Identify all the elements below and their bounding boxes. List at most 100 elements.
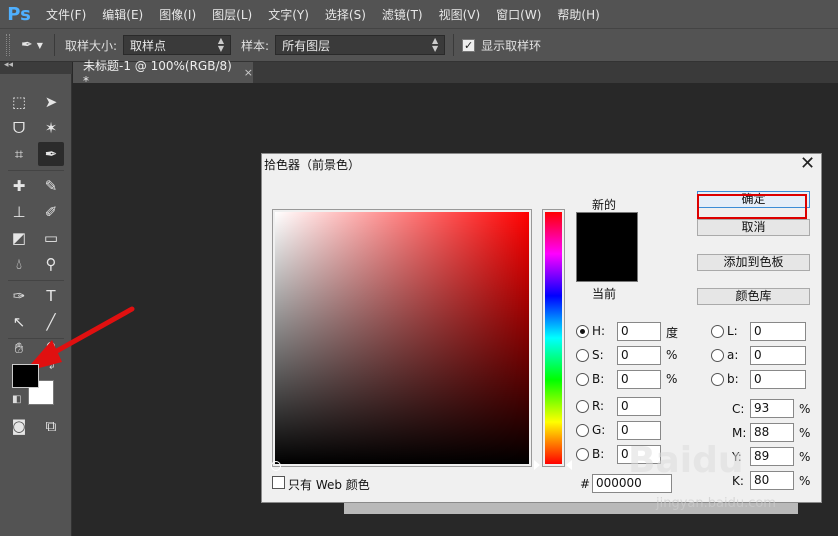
updown-icon: ▲ ▼ <box>217 36 225 53</box>
gradient-icon[interactable]: ▭ <box>38 226 64 250</box>
updown-icon: ▲ ▼ <box>431 36 439 53</box>
hue-radio[interactable] <box>576 325 589 338</box>
lab-b-field[interactable]: 0 <box>750 370 806 389</box>
saturation-radio[interactable] <box>576 349 589 362</box>
saturation-brightness-field[interactable] <box>275 212 529 464</box>
collapse-icon[interactable]: ◂◂ <box>4 60 13 70</box>
lab-l-field[interactable]: 0 <box>750 322 806 341</box>
sample-dropdown[interactable]: 所有图层 ▲ ▼ <box>275 35 446 55</box>
dialog-title: 拾色器（前景色） <box>264 158 361 172</box>
black-field[interactable]: 80 <box>750 471 794 490</box>
magenta-unit: % <box>799 426 811 440</box>
path-select-icon[interactable]: ↖ <box>6 310 32 334</box>
dodge-icon[interactable]: ⚲ <box>38 252 64 276</box>
swap-colors-icon[interactable]: ↲ <box>48 362 56 372</box>
current-color-label: 当前 <box>592 287 617 301</box>
stamp-icon[interactable]: ⊥ <box>6 200 32 224</box>
blur-icon[interactable]: 💧︎ <box>6 252 32 276</box>
green-radio[interactable] <box>576 424 589 437</box>
current-color-swatch[interactable] <box>576 248 638 282</box>
zoom-icon[interactable]: ⚲ <box>38 336 64 360</box>
menu-select[interactable]: 选择(S) <box>317 6 374 23</box>
hue-pointer-left[interactable] <box>534 460 540 470</box>
lab-l-radio[interactable] <box>711 325 724 338</box>
brightness-radio[interactable] <box>576 373 589 386</box>
crop-icon[interactable]: ⌗ <box>6 142 32 166</box>
hue-field[interactable]: 0 <box>617 322 661 341</box>
green-label: G: <box>592 423 606 437</box>
menu-bar: Ps 文件(F) 编辑(E) 图像(I) 图层(L) 文字(Y) 选择(S) 滤… <box>0 0 838 28</box>
lab-b-radio[interactable] <box>711 373 724 386</box>
sample-label: 样本: <box>241 38 270 53</box>
brightness-field[interactable]: 0 <box>617 370 661 389</box>
hue-unit: 度 <box>666 326 679 340</box>
magenta-label: M: <box>732 426 747 440</box>
red-field[interactable]: 0 <box>617 397 661 416</box>
pen-icon[interactable]: ✑ <box>6 284 32 308</box>
menu-filter[interactable]: 滤镜(T) <box>374 6 431 23</box>
magenta-field[interactable]: 88 <box>750 423 794 442</box>
eyedropper-icon[interactable]: ✒ <box>38 142 64 166</box>
web-colors-checkbox[interactable] <box>272 476 285 489</box>
tool-preset-picker[interactable]: ✒ ▼ <box>10 33 54 57</box>
hand-icon[interactable]: ✋︎ <box>6 336 32 360</box>
menu-window[interactable]: 窗口(W) <box>488 6 549 23</box>
hex-label: # <box>580 477 591 491</box>
tools-panel-header[interactable]: ◂◂ <box>0 60 72 74</box>
screen-mode-icon[interactable]: ⧉ <box>38 414 64 438</box>
brightness-unit: % <box>666 372 678 386</box>
baidu-watermark-logo: Baidu <box>628 440 744 481</box>
cyan-field[interactable]: 93 <box>750 399 794 418</box>
new-color-label: 新的 <box>592 198 617 212</box>
quick-mask-icon[interactable]: ◙ <box>6 414 32 438</box>
default-colors-icon[interactable]: ◧ <box>12 394 21 405</box>
close-icon[interactable]: × <box>244 66 253 79</box>
hue-slider[interactable] <box>542 209 565 467</box>
new-color-swatch <box>576 212 638 248</box>
foreground-color-swatch[interactable] <box>12 364 39 388</box>
saturation-field[interactable]: 0 <box>617 346 661 365</box>
yellow-field[interactable]: 89 <box>750 447 794 466</box>
red-radio[interactable] <box>576 400 589 413</box>
magic-wand-icon[interactable]: ✶ <box>38 116 64 140</box>
menu-layer[interactable]: 图层(L) <box>204 6 260 23</box>
hue-pointer-right[interactable] <box>566 460 572 470</box>
blue-radio[interactable] <box>576 448 589 461</box>
history-brush-icon[interactable]: ✐ <box>38 200 64 224</box>
sample-value: 所有图层 <box>282 38 331 53</box>
color-field[interactable] <box>272 209 532 467</box>
sample-size-value: 取样点 <box>130 38 167 53</box>
color-libraries-button[interactable]: 颜色库 <box>697 288 810 305</box>
menu-view[interactable]: 视图(V) <box>431 6 489 23</box>
document-tab[interactable]: 未标题-1 @ 100%(RGB/8) * × <box>73 59 253 88</box>
menu-image[interactable]: 图像(I) <box>151 6 204 23</box>
show-ring-checkbox[interactable]: ✓ <box>462 38 476 52</box>
lab-a-field[interactable]: 0 <box>750 346 806 365</box>
lab-a-label: a: <box>727 348 739 362</box>
photoshop-logo: Ps <box>7 3 31 25</box>
cyan-unit: % <box>799 402 811 416</box>
add-to-swatches-button[interactable]: 添加到色板 <box>697 254 810 271</box>
menu-type[interactable]: 文字(Y) <box>260 6 317 23</box>
lasso-icon[interactable]: ᗜ <box>6 116 32 140</box>
menu-help[interactable]: 帮助(H) <box>549 6 607 23</box>
healing-icon[interactable]: ✚ <box>6 174 32 198</box>
line-icon[interactable]: ╱ <box>38 310 64 334</box>
move-icon[interactable]: ➤ <box>38 90 64 114</box>
menu-file[interactable]: 文件(F) <box>38 6 94 23</box>
eraser-icon[interactable]: ◩ <box>6 226 32 250</box>
chevron-down-icon: ▼ <box>36 40 43 50</box>
green-field[interactable]: 0 <box>617 421 661 440</box>
cancel-button[interactable]: 取消 <box>697 219 810 236</box>
type-icon[interactable]: T <box>38 284 64 308</box>
color-field-marker[interactable] <box>271 461 281 471</box>
brush-icon[interactable]: ✎ <box>38 174 64 198</box>
red-label: R: <box>592 399 605 413</box>
marquee-icon[interactable]: ⬚ <box>6 90 32 114</box>
lab-a-radio[interactable] <box>711 349 724 362</box>
sample-size-dropdown[interactable]: 取样点 ▲ ▼ <box>123 35 232 55</box>
tools-panel: ⬚ ➤ ᗜ ✶ ⌗ ✒ ✚ ✎ ⊥ ✐ ◩ ▭ 💧︎ ⚲ ✑ T ↖ ╱ ✋︎ … <box>0 74 72 536</box>
close-icon[interactable]: ✕ <box>800 155 815 173</box>
menu-edit[interactable]: 编辑(E) <box>94 6 151 23</box>
hue-strip[interactable] <box>545 212 562 464</box>
